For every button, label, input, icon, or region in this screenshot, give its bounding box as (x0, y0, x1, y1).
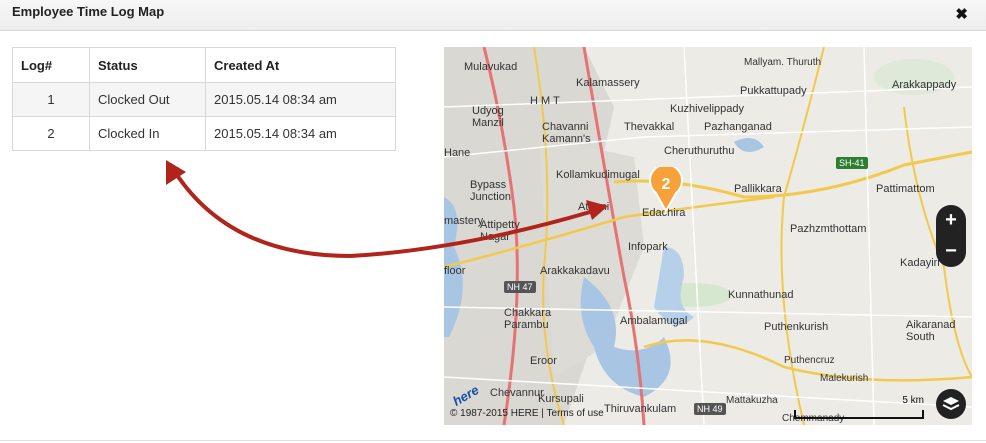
map-pin-icon: 2 (649, 163, 683, 214)
map-label: Pattimattom (876, 183, 935, 195)
zoom-out-button[interactable]: − (936, 236, 966, 267)
map-label: Hane (444, 147, 471, 159)
map-label: Thiruvankulam (604, 403, 677, 415)
zoom-in-button[interactable]: + (936, 205, 966, 236)
map-label: Bypass Junction (470, 179, 511, 203)
modal-header: Employee Time Log Map ✖ (0, 0, 986, 31)
map-label: Ambalamugal (620, 315, 688, 327)
log-number: 1 (12, 82, 90, 117)
log-created-at: 2015.05.14 08:34 am (205, 116, 396, 151)
column-header-created-at[interactable]: Created At (205, 47, 396, 83)
map-label: Thevakkal (624, 121, 675, 133)
table-row[interactable]: 2 Clocked In 2015.05.14 08:34 am (12, 116, 396, 151)
close-icon[interactable]: ✖ (955, 5, 968, 23)
map-label: Infopark (628, 241, 668, 253)
road-badge: NH 47 (504, 281, 536, 293)
map-label: Puthencruz (784, 355, 835, 366)
map-label: Arakkappady (892, 79, 957, 91)
map-scale: 5 km (794, 395, 924, 419)
table-header-row: Log# Status Created At (12, 47, 396, 83)
log-number: 2 (12, 116, 90, 151)
zoom-control: + − (936, 205, 966, 267)
map-label: floor (444, 265, 466, 277)
map-label: Pallikkara (734, 183, 782, 195)
scale-label: 5 km (902, 395, 924, 406)
layers-button[interactable] (936, 389, 966, 419)
map-label: Pazhanganad (704, 121, 772, 133)
map-label: mastery (444, 215, 484, 227)
map-label: Cheruthuruthu (664, 145, 735, 157)
map-label: H M T (530, 95, 560, 107)
map-label: Kollamkudimugal (556, 169, 640, 181)
map-view[interactable]: Mulavukad Kalamassery Mallyam. Thuruth A… (444, 47, 972, 425)
map-label: Pazhzmthottam (790, 223, 867, 235)
table-row[interactable]: 1 Clocked Out 2015.05.14 08:34 am (12, 82, 396, 117)
log-status: Clocked In (89, 116, 206, 151)
map-label: Chavanni Kamann's (542, 121, 591, 145)
map-label: Chakkara Parambu (504, 307, 552, 331)
map-copyright[interactable]: © 1987-2015 HERE | Terms of use (450, 408, 604, 419)
cluster-count: 2 (662, 176, 671, 193)
map-label: Kalamassery (576, 77, 640, 89)
map-label: Kadayiri (900, 257, 940, 269)
modal-title: Employee Time Log Map (12, 4, 165, 19)
column-header-log[interactable]: Log# (12, 47, 90, 83)
map-label: Mallyam. Thuruth (744, 57, 822, 68)
road-badge: SH-41 (836, 157, 868, 169)
map-label: Udyog Manzil (472, 105, 504, 129)
map-label: Aikaranad South (906, 319, 956, 343)
map-label: Pukkattupady (740, 85, 807, 97)
map-label: Athani (578, 201, 610, 213)
map-label: Kunnathunad (728, 289, 794, 301)
column-header-status[interactable]: Status (89, 47, 206, 83)
map-label: Malekurish (820, 373, 869, 384)
map-label: Kuzhivelippady (670, 103, 744, 115)
map-label: Chevannur (490, 387, 544, 399)
location-cluster-marker[interactable]: 2 (648, 163, 684, 214)
layers-icon (942, 397, 960, 411)
map-label: Puthenkurish (764, 321, 829, 333)
map-label: Eroor (530, 355, 557, 367)
map-label: Kursupali (538, 393, 584, 405)
map-label: Mulavukad (464, 61, 518, 73)
time-log-table: Log# Status Created At 1 Clocked Out 201… (12, 47, 396, 151)
log-created-at: 2015.05.14 08:34 am (205, 82, 396, 117)
scale-bar (794, 410, 924, 419)
modal-footer-divider (0, 440, 986, 441)
map-label: Arakkakadavu (540, 265, 610, 277)
road-badge: NH 49 (694, 403, 726, 415)
map-label: Attipetty Nagar (480, 219, 520, 243)
log-status: Clocked Out (89, 82, 206, 117)
map-label: Mattakuzha (726, 395, 778, 406)
